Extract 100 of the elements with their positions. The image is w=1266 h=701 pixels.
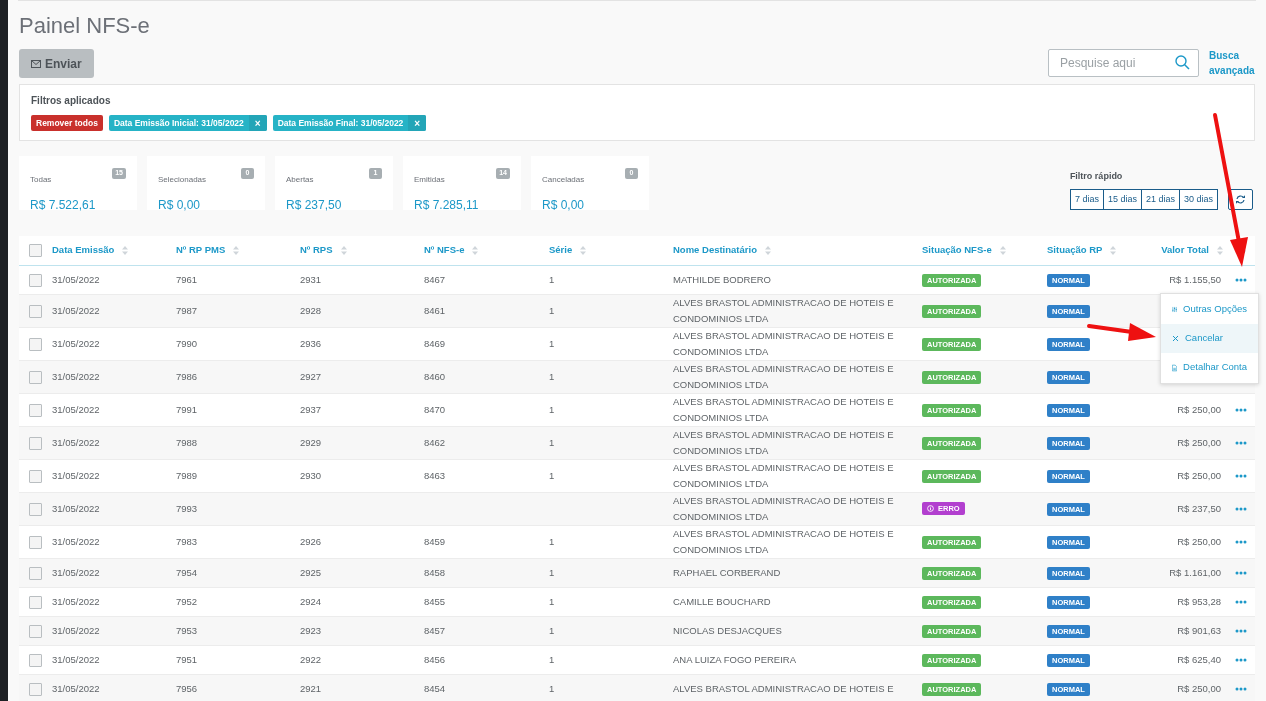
- table-cell-text: 31/05/2022: [52, 272, 101, 287]
- quick-filter-title: Filtro rápido: [1069, 169, 1124, 183]
- checkbox[interactable]: [29, 502, 42, 516]
- send-button[interactable]: Enviar: [19, 49, 94, 78]
- table-cell: 8458: [424, 566, 446, 578]
- sort-icon: [340, 246, 347, 255]
- table-cell-text: 31/05/2022: [52, 402, 101, 417]
- checkbox[interactable]: [29, 244, 42, 257]
- table-cell: 1: [549, 403, 555, 415]
- table-cell: 8459: [424, 535, 446, 547]
- table-cell-text: 7990: [176, 336, 199, 351]
- checkbox[interactable]: [29, 535, 42, 549]
- summary-label: Canceladas: [542, 174, 585, 186]
- column-header[interactable]: Nº NFS-e: [424, 243, 465, 258]
- column-header[interactable]: Situação NFS-e: [922, 243, 992, 258]
- checkbox[interactable]: [29, 653, 42, 667]
- table-cell: 8454: [424, 682, 446, 694]
- checkbox[interactable]: [29, 624, 42, 638]
- table-cell: 8457: [424, 624, 446, 636]
- column-header[interactable]: Situação RP: [1047, 243, 1103, 258]
- table-cell-text: 31/05/2022: [52, 336, 101, 351]
- table-cell: 1: [549, 337, 555, 349]
- table-cell-text: 31/05/2022: [52, 594, 101, 609]
- summary-label: Abertas: [286, 174, 314, 186]
- table-cell-text: 31/05/2022: [52, 534, 101, 549]
- table-cell-text: 7986: [176, 369, 199, 384]
- table-cell: 1: [549, 595, 555, 607]
- table-cell-text: R$ 250,00: [1177, 534, 1221, 549]
- table-cell: 8455: [424, 595, 446, 607]
- remove-filter-button[interactable]: ×: [248, 115, 267, 131]
- column-header[interactable]: Nº RP PMS: [176, 243, 226, 258]
- column-header[interactable]: Nome Destinatário: [673, 243, 757, 258]
- quick-filter-button[interactable]: 7 dias: [1069, 189, 1104, 210]
- table-cell-text: 31/05/2022: [52, 652, 101, 667]
- checkbox[interactable]: [29, 370, 42, 384]
- advanced-search-link[interactable]: Busca avançada: [1209, 48, 1255, 78]
- column-header[interactable]: Nº RPS: [300, 243, 333, 258]
- more-icon[interactable]: [1235, 629, 1247, 633]
- page-title: Painel NFS-e: [19, 13, 151, 39]
- menu-item[interactable]: Cancelar: [1161, 324, 1258, 353]
- table-cell-text: R$ 1.161,00: [1169, 565, 1221, 580]
- column-header[interactable]: Série: [549, 243, 573, 258]
- summary-label: Emitidas: [414, 174, 445, 186]
- table-cell-text: R$ 901,63: [1177, 623, 1221, 638]
- more-icon[interactable]: [1235, 540, 1247, 544]
- table-cell: 8460: [424, 370, 446, 382]
- remove-all-button[interactable]: Remover todos: [31, 115, 103, 131]
- checkbox[interactable]: [29, 469, 42, 483]
- menu-item[interactable]: Detalhar Conta: [1161, 353, 1258, 382]
- table-cell-text: R$ 250,00: [1177, 402, 1221, 417]
- quick-filter-button[interactable]: 15 dias: [1102, 189, 1142, 210]
- checkbox[interactable]: [29, 566, 42, 580]
- menu-item[interactable]: Outras Opções: [1161, 295, 1258, 324]
- quick-filter-button[interactable]: 30 dias: [1178, 189, 1218, 210]
- sort-icon: [580, 246, 587, 255]
- more-icon[interactable]: [1235, 507, 1247, 511]
- remove-filter-button[interactable]: ×: [408, 115, 427, 131]
- more-icon[interactable]: [1235, 441, 1247, 445]
- column-header[interactable]: Valor Total: [1161, 243, 1209, 258]
- table-cell-text: R$ 953,28: [1177, 594, 1221, 609]
- table-cell: 8470: [424, 403, 446, 415]
- table-cell-text: 31/05/2022: [52, 435, 101, 450]
- table-cell: 2925: [300, 566, 322, 578]
- column-header[interactable]: Data Emissão: [52, 243, 115, 258]
- table-cell-text: R$ 625,40: [1177, 652, 1221, 667]
- checkbox[interactable]: [29, 273, 42, 287]
- checkbox[interactable]: [29, 403, 42, 417]
- table-cell-text: 7954: [176, 565, 199, 580]
- table-cell: 2924: [300, 595, 322, 607]
- quick-filter-button[interactable]: 21 dias: [1140, 189, 1180, 210]
- table-cell-text: ALVES BRASTOL ADMINISTRACAO DE HOTEIS E CONDOMINIOS LTDA: [673, 428, 895, 458]
- more-icon[interactable]: [1235, 474, 1247, 478]
- sort-icon: [1217, 246, 1223, 255]
- checkbox[interactable]: [29, 436, 42, 450]
- more-icon[interactable]: [1235, 600, 1247, 604]
- more-icon[interactable]: [1235, 687, 1247, 691]
- table-cell-text: 31/05/2022: [52, 623, 101, 638]
- table-cell-text: ALVES BRASTOL ADMINISTRACAO DE HOTEIS E CONDOMINIOS LTDA: [673, 494, 895, 524]
- table-cell-text: ANA LUIZA FOGO PEREIRA: [673, 653, 797, 667]
- table-cell-text: R$ 250,00: [1177, 435, 1221, 450]
- table-cell-text: 7953: [176, 623, 199, 638]
- checkbox[interactable]: [29, 337, 42, 351]
- table-cell-text: NICOLAS DESJACQUES: [673, 624, 783, 638]
- table-cell-text: 7993: [176, 501, 199, 516]
- search-field[interactable]: Pesquise aqui: [1048, 49, 1199, 77]
- table-cell-text: MATHILDE BODRERO: [673, 273, 772, 287]
- checkbox[interactable]: [29, 682, 42, 696]
- info-icon: [927, 504, 934, 512]
- more-icon[interactable]: [1235, 408, 1247, 412]
- table-cell-text: R$ 1.155,50: [1169, 272, 1221, 287]
- table-cell-text: 31/05/2022: [52, 369, 101, 384]
- checkbox[interactable]: [29, 595, 42, 609]
- table-cell-text: R$ 250,00: [1177, 681, 1221, 696]
- more-icon[interactable]: [1235, 658, 1247, 662]
- table-cell-text: ALVES BRASTOL ADMINISTRACAO DE HOTEIS E CONDOMINIOS LTDA: [673, 329, 895, 359]
- more-icon[interactable]: [1235, 571, 1247, 575]
- checkbox[interactable]: [29, 304, 42, 318]
- table-cell: 2937: [300, 403, 322, 415]
- table-cell-text: ALVES BRASTOL ADMINISTRACAO DE HOTEIS E CONDOMINIOS LTDA: [673, 527, 895, 557]
- more-icon[interactable]: [1235, 278, 1247, 282]
